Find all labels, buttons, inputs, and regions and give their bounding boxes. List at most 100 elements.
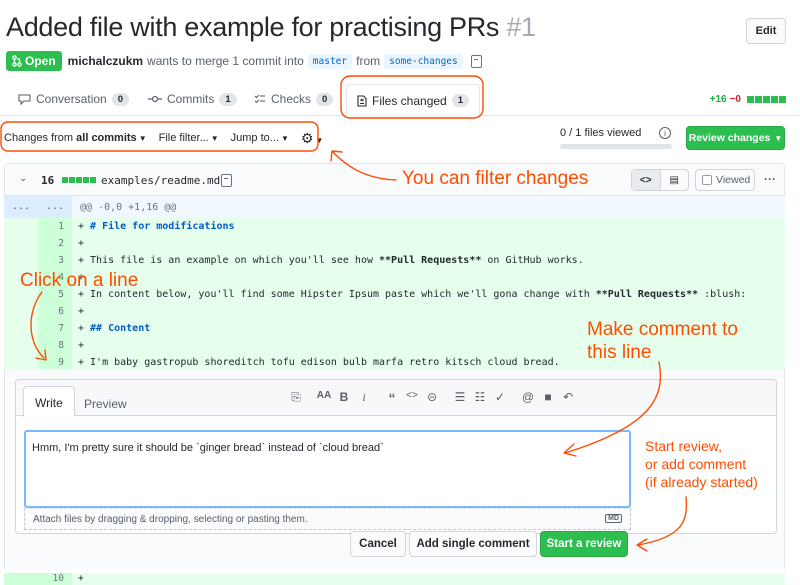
files-viewed-progress [560, 144, 672, 149]
settings-dropdown[interactable]: ⚙ ▼ [301, 130, 323, 147]
deletions-count: −0 [729, 94, 741, 105]
task-list-icon[interactable]: ✓ [490, 390, 510, 406]
hunk-header[interactable]: ... ... @@ -0,0 +1,16 @@ [4, 196, 785, 218]
rich-view-icon[interactable]: ▤ [661, 170, 689, 190]
changes-from-value: all commits [76, 132, 137, 144]
add-marker: + [78, 306, 85, 317]
tab-files-changed[interactable]: Files changed 1 [346, 84, 481, 117]
info-icon[interactable]: i [659, 127, 671, 139]
author-link[interactable]: michalczukm [68, 54, 143, 68]
copy-icon[interactable] [221, 174, 232, 187]
quote-icon[interactable]: “ [382, 390, 402, 406]
tab-count: 1 [451, 94, 470, 107]
file-filter-dropdown[interactable]: File filter... ▼ [159, 132, 219, 144]
code-icon[interactable]: <> [402, 390, 422, 406]
files-viewed-text: 0 / 1 files viewed [560, 127, 642, 139]
line-number[interactable]: 2 [38, 235, 72, 252]
review-changes-label: Review changes [688, 132, 771, 144]
line-number[interactable]: 3 [38, 252, 72, 269]
file-filter-label: File filter... [158, 132, 209, 144]
file-change-count: 16 [41, 174, 55, 187]
viewed-checkbox[interactable]: Viewed [695, 169, 755, 191]
text-size-icon[interactable]: AA [314, 390, 334, 406]
review-changes-button[interactable]: Review changes ▼ [686, 126, 785, 150]
head-branch[interactable]: some-changes [384, 53, 463, 69]
italic-icon[interactable]: i [354, 390, 374, 406]
line-code: This file is an example on which you'll … [90, 255, 584, 266]
line-number[interactable]: 8 [38, 337, 72, 354]
diff-toolbar: Changes from all commits ▼ File filter...… [4, 126, 323, 150]
bookmark-icon[interactable]: ■ [538, 390, 558, 406]
start-review-button[interactable]: Start a review [540, 531, 628, 557]
copy-icon[interactable] [470, 54, 482, 68]
chevron-down-icon[interactable]: ⌄ [19, 173, 27, 184]
reply-icon[interactable]: ↶ [558, 390, 578, 406]
caret-down-icon: ▼ [774, 133, 783, 143]
numbered-list-icon[interactable]: ☷ [470, 390, 490, 406]
add-marker: + [78, 221, 85, 232]
view-toggle: <> ▤ [631, 169, 689, 191]
diff-line[interactable]: 1 + # File for modifications [4, 218, 785, 235]
attach-files-area[interactable]: Attach files by dragging & dropping, sel… [24, 508, 631, 530]
markdown-icon[interactable]: MD [605, 514, 622, 523]
diff-line[interactable]: 3 + This file is an example on which you'l… [4, 252, 785, 269]
line-code: ## Content [90, 323, 151, 334]
caret-down-icon: ▼ [138, 134, 147, 143]
expand-down-icon[interactable]: ... [38, 196, 72, 218]
add-marker: + [78, 340, 85, 351]
tab-label: Checks [271, 92, 312, 106]
file-icon[interactable]: ⎘ [286, 390, 306, 406]
bulleted-list-icon[interactable]: ☰ [450, 390, 470, 406]
diffstat-bar [747, 96, 786, 103]
comment-textarea[interactable]: Hmm, I'm pretty sure it should be `ginge… [24, 430, 631, 508]
add-marker: + [78, 323, 85, 334]
tab-checks[interactable]: Checks 0 [254, 92, 334, 106]
jump-to-dropdown[interactable]: Jump to... ▼ [231, 132, 289, 144]
line-code: In content below, you'll find some Hipst… [90, 289, 747, 300]
tab-write[interactable]: Write [23, 386, 75, 417]
changes-from-dropdown[interactable]: Changes from all commits ▼ [4, 132, 147, 144]
diff-line[interactable]: 10 + [4, 573, 785, 585]
status-label: Open [25, 54, 56, 68]
annotation-click-line: Click on a line [20, 270, 139, 291]
pr-tabs: Conversation 0 Commits 1 Checks 0 Files … [0, 84, 800, 117]
tab-commits[interactable]: Commits 1 [148, 92, 237, 106]
code-view-icon[interactable]: <> [632, 170, 661, 190]
add-marker: + [78, 238, 85, 249]
add-single-comment-button[interactable]: Add single comment [409, 531, 537, 557]
jump-to-label: Jump to... [230, 132, 279, 144]
diff-line[interactable]: 2 + [4, 235, 785, 252]
tab-count: 1 [219, 92, 237, 106]
expand-up-icon[interactable]: ... [4, 196, 38, 218]
annotation-make-comment: Make comment to this line [587, 318, 738, 364]
arrow-filter-head [330, 150, 343, 162]
hunk-range: @@ -0,0 +1,16 @@ [80, 201, 177, 213]
from-text: from [356, 54, 381, 68]
status-badge: Open [6, 51, 62, 71]
more-options-icon[interactable]: ··· [764, 172, 776, 186]
line-number[interactable]: 7 [38, 320, 72, 337]
file-name[interactable]: examples/readme.md [101, 174, 220, 187]
annotation-start-review: Start review, or add comment (if already… [645, 437, 758, 491]
tab-conversation[interactable]: Conversation 0 [18, 92, 130, 106]
line-number[interactable]: 6 [38, 303, 72, 320]
tab-preview[interactable]: Preview [74, 389, 137, 419]
base-branch[interactable]: master [307, 53, 353, 69]
line-number[interactable]: 10 [4, 573, 72, 585]
checklist-icon [254, 94, 265, 103]
cancel-button[interactable]: Cancel [350, 531, 406, 557]
annotation-start-review-line2: or add comment [645, 456, 747, 472]
line-number[interactable]: 1 [38, 218, 72, 235]
gear-icon: ⚙ [300, 129, 314, 146]
tab-label: Commits [167, 92, 215, 106]
annotation-start-review-line3: (if already started) [645, 474, 758, 490]
mention-icon[interactable]: @ [518, 390, 538, 406]
commit-icon [148, 95, 162, 103]
comment-icon [18, 93, 31, 105]
pull-request-icon [12, 55, 22, 67]
markdown-toolbar: ⎘ AA B i “ <> ⊝ ☰ ☷ ✓ @ ■ ↶ [286, 390, 578, 406]
bold-icon[interactable]: B [334, 390, 354, 406]
edit-button[interactable]: Edit [746, 18, 786, 44]
link-icon[interactable]: ⊝ [422, 390, 442, 406]
file-diff-icon [357, 94, 367, 107]
